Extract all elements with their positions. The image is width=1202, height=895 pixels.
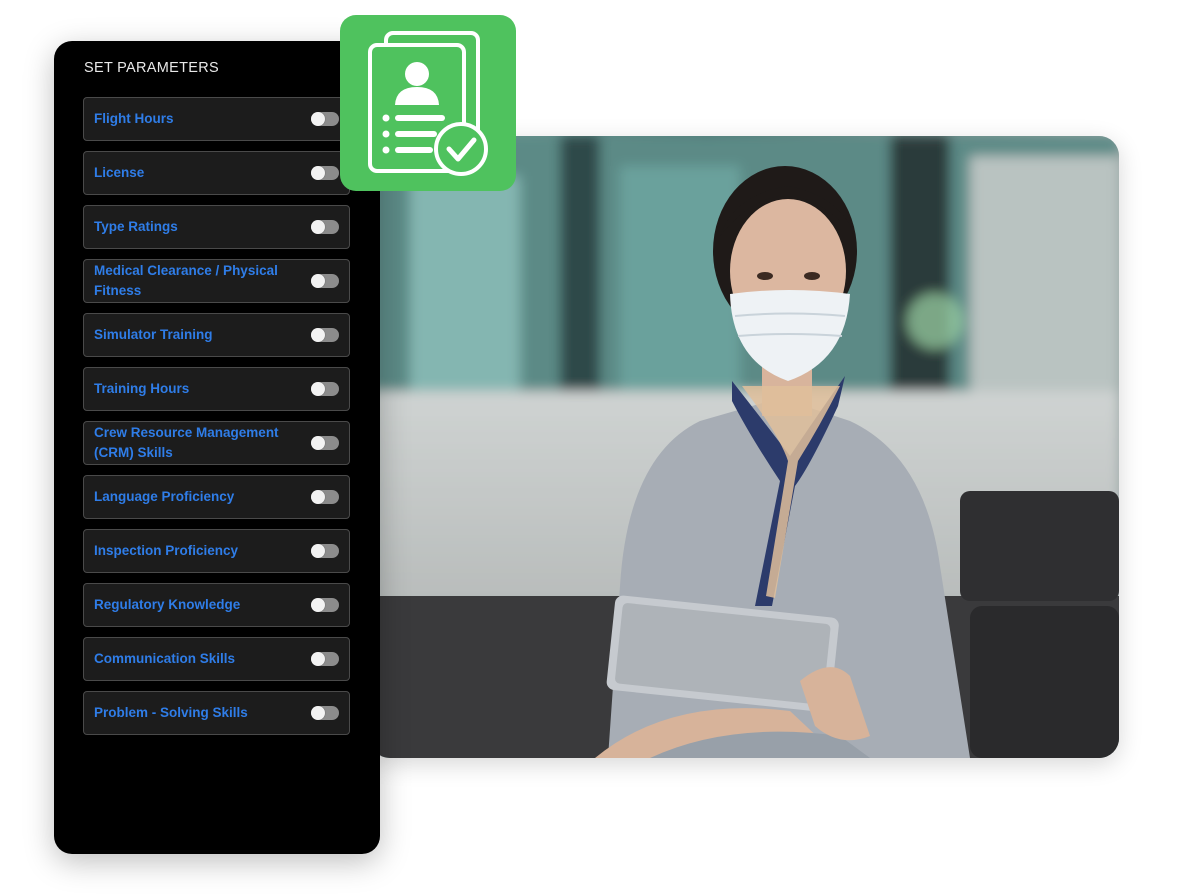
parameters-panel: SET PARAMETERS Flight Hours License Type R… (54, 41, 380, 854)
hero-photo (370, 136, 1119, 758)
toggle-knob (311, 382, 325, 396)
parameter-row[interactable]: Language Proficiency (83, 475, 350, 519)
parameter-toggle[interactable] (311, 652, 339, 666)
toggle-knob (311, 598, 325, 612)
parameter-label: Simulator Training (94, 327, 213, 342)
parameter-toggle[interactable] (311, 220, 339, 234)
toggle-knob (311, 544, 325, 558)
toggle-knob (311, 274, 325, 288)
toggle-knob (311, 652, 325, 666)
parameter-label: Communication Skills (94, 651, 236, 666)
parameter-row[interactable]: Type Ratings (83, 205, 350, 249)
toggle-knob (311, 112, 325, 126)
parameter-label: Training Hours (94, 381, 190, 396)
parameter-row[interactable]: Medical Clearance / Physical Fitness (83, 259, 350, 303)
parameter-toggle[interactable] (311, 274, 339, 288)
parameter-row[interactable]: Problem - Solving Skills (83, 691, 350, 735)
parameter-label: Flight Hours (94, 111, 174, 126)
parameter-toggle[interactable] (311, 544, 339, 558)
parameter-toggle[interactable] (311, 490, 339, 504)
parameter-toggle[interactable] (311, 598, 339, 612)
parameter-row[interactable]: Training Hours (83, 367, 350, 411)
parameter-row[interactable]: Flight Hours (83, 97, 350, 141)
parameter-label: Regulatory Knowledge (94, 597, 241, 612)
resume-check-icon (368, 31, 488, 176)
parameter-label: License (94, 165, 145, 180)
parameter-label: Problem - Solving Skills (94, 705, 248, 720)
toggle-knob (311, 166, 325, 180)
toggle-knob (311, 436, 325, 450)
parameter-label: Medical Clearance / Physical Fitness (94, 263, 278, 298)
toggle-knob (311, 328, 325, 342)
parameter-list: Flight Hours License Type Ratings Medical C… (83, 97, 350, 745)
parameter-row[interactable]: Crew Resource Management (CRM) Skills (83, 421, 350, 465)
parameter-row[interactable]: Inspection Proficiency (83, 529, 350, 573)
parameter-toggle[interactable] (311, 166, 339, 180)
parameter-toggle[interactable] (311, 328, 339, 342)
parameter-label: Crew Resource Management (CRM) Skills (94, 425, 279, 460)
parameter-label: Type Ratings (94, 219, 178, 234)
parameter-label: Inspection Proficiency (94, 543, 239, 558)
toggle-knob (311, 490, 325, 504)
resume-check-badge (340, 15, 516, 191)
toggle-knob (311, 706, 325, 720)
parameter-toggle[interactable] (311, 706, 339, 720)
parameter-row[interactable]: Regulatory Knowledge (83, 583, 350, 627)
photo-illustration (370, 136, 1119, 758)
parameter-toggle[interactable] (311, 112, 339, 126)
parameter-toggle[interactable] (311, 436, 339, 450)
parameter-toggle[interactable] (311, 382, 339, 396)
parameter-label: Language Proficiency (94, 489, 235, 504)
parameter-row[interactable]: Communication Skills (83, 637, 350, 681)
parameter-row[interactable]: Simulator Training (83, 313, 350, 357)
panel-title: SET PARAMETERS (84, 60, 219, 76)
parameter-row[interactable]: License (83, 151, 350, 195)
toggle-knob (311, 220, 325, 234)
